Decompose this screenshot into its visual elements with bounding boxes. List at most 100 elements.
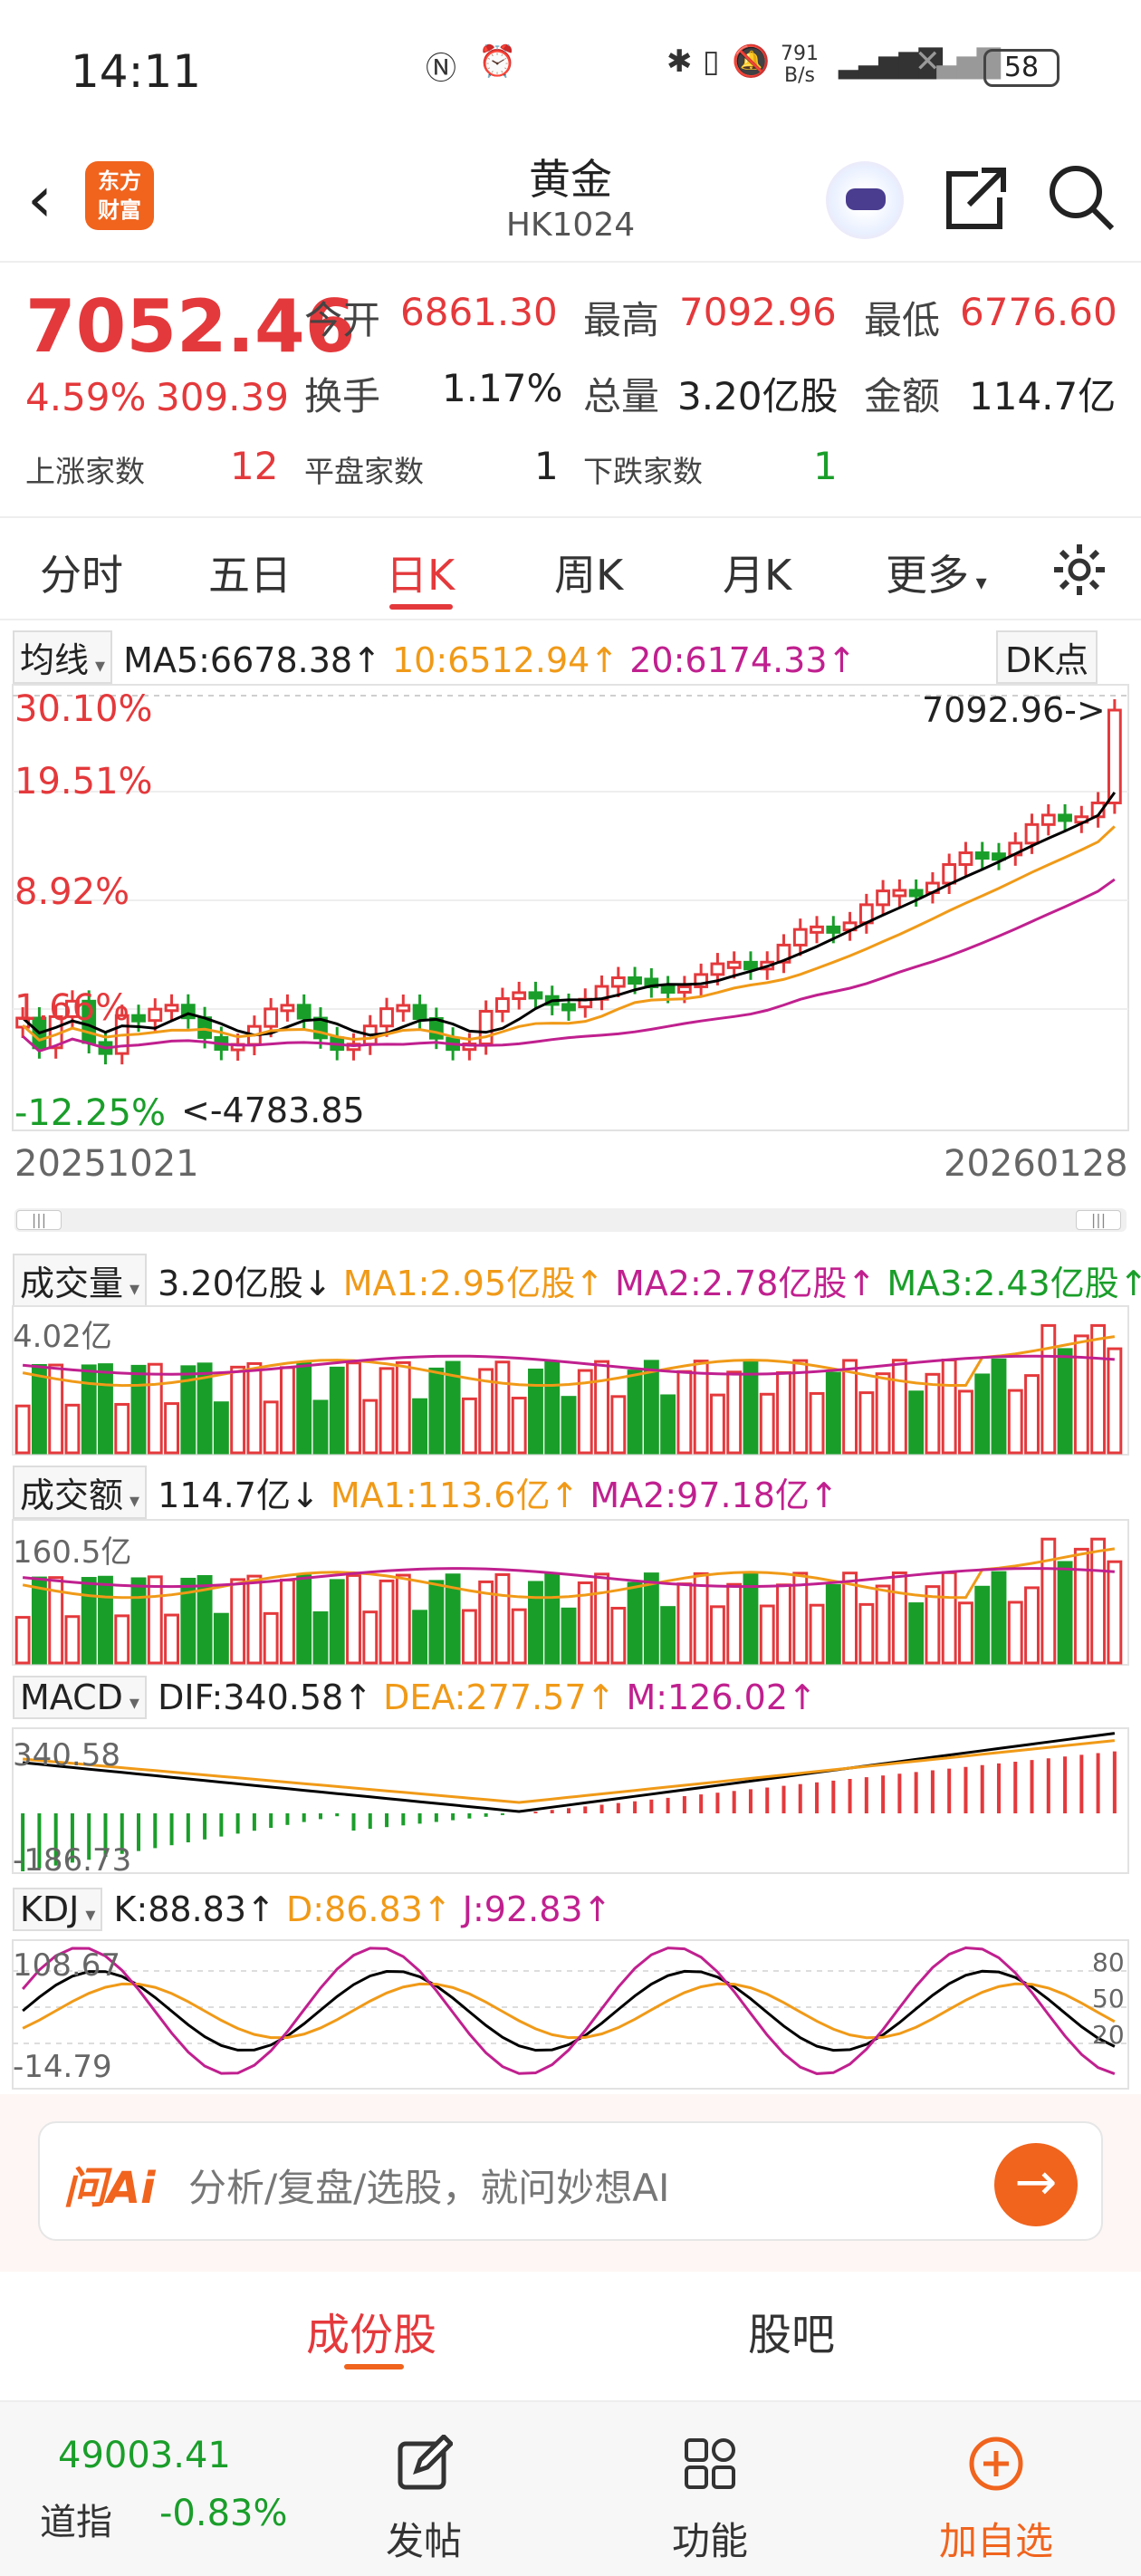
- index-change[interactable]: -0.83%: [159, 2493, 288, 2534]
- macd-dropdown[interactable]: MACD: [13, 1676, 147, 1719]
- volume-bar: [1057, 1348, 1073, 1455]
- candle: [280, 1004, 295, 1013]
- high-marker: 7092.96->: [922, 690, 1106, 730]
- amount-bar: [908, 1602, 925, 1665]
- amount-bar: [64, 1615, 81, 1665]
- amount-bar: [1007, 1600, 1023, 1665]
- pct-label-2: 19.51%: [14, 761, 153, 803]
- candle: [792, 928, 808, 947]
- net-speed-unit: B/s: [784, 64, 815, 87]
- share-icon[interactable]: [942, 161, 1007, 234]
- index-name[interactable]: 道指: [40, 2493, 112, 2545]
- turnover-value: 1.17%: [442, 366, 563, 410]
- status-bar: 14:11 Ⓝ ⏰ ✱ ▯ 🔕 791 B/s ▂▃▅▆▇ ✕▃▅▇ 58: [0, 0, 1141, 145]
- volume-bar: [31, 1363, 47, 1455]
- amount-bar: [858, 1602, 875, 1665]
- chart-frame: [12, 684, 1129, 1131]
- candle: [810, 925, 824, 934]
- amount-bar: [428, 1580, 445, 1665]
- tab-constituents[interactable]: 成份股: [306, 2299, 436, 2362]
- ma5-value: MA5:6678.38↑: [123, 640, 381, 680]
- amount-bar: [974, 1585, 991, 1665]
- arrow-right-icon[interactable]: →: [994, 2143, 1078, 2226]
- tab-more[interactable]: 更多 ▾: [886, 543, 987, 602]
- amount-bar: [147, 1575, 163, 1665]
- volume-dropdown[interactable]: 成交量: [13, 1254, 148, 1307]
- dk-point-button[interactable]: DK点: [996, 630, 1098, 684]
- index-value[interactable]: 49003.41: [58, 2435, 231, 2476]
- tab-more-label: 更多: [886, 551, 969, 600]
- kdj-k: K:88.83↑: [113, 1889, 275, 1929]
- candle: [528, 991, 543, 1000]
- search-icon[interactable]: [1045, 161, 1117, 234]
- volume-bar: [908, 1390, 925, 1455]
- high-value: 7092.96: [679, 290, 837, 334]
- amount-bar: [643, 1572, 659, 1665]
- amount-bar: [528, 1581, 543, 1665]
- volume-max: 4.02亿: [13, 1319, 112, 1355]
- amount-max: 160.5亿: [13, 1534, 132, 1571]
- volume-bar: [263, 1400, 279, 1455]
- alarm-icon: ⏰: [478, 43, 517, 80]
- amount-bar: [114, 1614, 130, 1665]
- tab-daily-k[interactable]: 日K: [386, 543, 455, 602]
- chart-scrollbar[interactable]: ||| |||: [14, 1208, 1127, 1232]
- volume-bar: [428, 1367, 445, 1455]
- tab-weekly-k[interactable]: 周K: [554, 543, 623, 602]
- macd-chart: [12, 1727, 1129, 1874]
- gear-icon[interactable]: [1050, 541, 1108, 599]
- candle: [908, 889, 924, 898]
- amount-bar: [246, 1574, 263, 1665]
- amount-bar: [875, 1584, 891, 1665]
- macd-top: 340.58: [13, 1737, 120, 1773]
- amount-bar: [164, 1613, 179, 1665]
- volume-ma2: MA2:2.78亿股↑: [615, 1264, 877, 1303]
- amount-value: 114.7亿: [969, 374, 1117, 418]
- candle: [958, 851, 973, 866]
- amount-bar: [379, 1579, 395, 1665]
- candle: [1040, 813, 1056, 826]
- function-button[interactable]: 功能: [628, 2435, 791, 2566]
- volume-bar: [147, 1362, 163, 1455]
- volume-bar: [130, 1364, 147, 1455]
- tab-monthly-k[interactable]: 月K: [723, 543, 791, 602]
- low-marker: <-4783.85: [181, 1091, 365, 1130]
- volume-bar: [246, 1361, 263, 1455]
- candle: [710, 962, 725, 976]
- volume-bar: [1024, 1374, 1040, 1455]
- scroll-handle-right[interactable]: |||: [1076, 1210, 1121, 1230]
- candle: [1107, 708, 1122, 804]
- volume-bar: [875, 1372, 891, 1455]
- volume-bar: [412, 1398, 428, 1455]
- volume-bar: [81, 1364, 97, 1455]
- kdj-level-50: 50: [1092, 1984, 1125, 2014]
- add-watchlist-button[interactable]: 加自选: [915, 2435, 1078, 2566]
- kdj-dropdown[interactable]: KDJ: [13, 1888, 103, 1931]
- amount-bar: [809, 1603, 825, 1665]
- scroll-handle-left[interactable]: |||: [16, 1210, 62, 1230]
- candle: [164, 1004, 179, 1013]
- volume-bar: [230, 1365, 246, 1455]
- macd-dif: DIF:340.58↑: [158, 1677, 373, 1717]
- amount-bar: [14, 1616, 31, 1665]
- tab-intraday[interactable]: 分时: [40, 543, 123, 602]
- amount-bar: [941, 1571, 957, 1665]
- tab-forum[interactable]: 股吧: [748, 2299, 835, 2362]
- candle: [676, 985, 692, 994]
- volume-bar: [858, 1391, 875, 1455]
- ai-robot-icon[interactable]: [826, 161, 904, 239]
- ma-dropdown[interactable]: 均线: [13, 630, 113, 684]
- period-tabs: 分时 五日 日K 周K 月K 更多 ▾: [0, 521, 1141, 620]
- candle: [561, 1003, 576, 1012]
- post-button[interactable]: 发帖: [342, 2433, 505, 2566]
- candlestick-chart[interactable]: [0, 683, 1141, 1132]
- amount-bar: [776, 1583, 791, 1665]
- ai-search-box[interactable]: 问Ai 分析/复盘/选股，就问妙想AI →: [38, 2121, 1103, 2241]
- volume-chart: [12, 1305, 1129, 1456]
- amount-bar: [461, 1609, 477, 1665]
- volume-row: 成交量 3.20亿股↓ MA1:2.95亿股↑ MA2:2.78亿股↑ MA3:…: [0, 1254, 1141, 1307]
- tab-five-day[interactable]: 五日: [208, 543, 292, 602]
- amount-bar: [395, 1573, 411, 1665]
- chevron-down-icon: ▾: [969, 570, 987, 595]
- amount-dropdown[interactable]: 成交额: [13, 1466, 148, 1519]
